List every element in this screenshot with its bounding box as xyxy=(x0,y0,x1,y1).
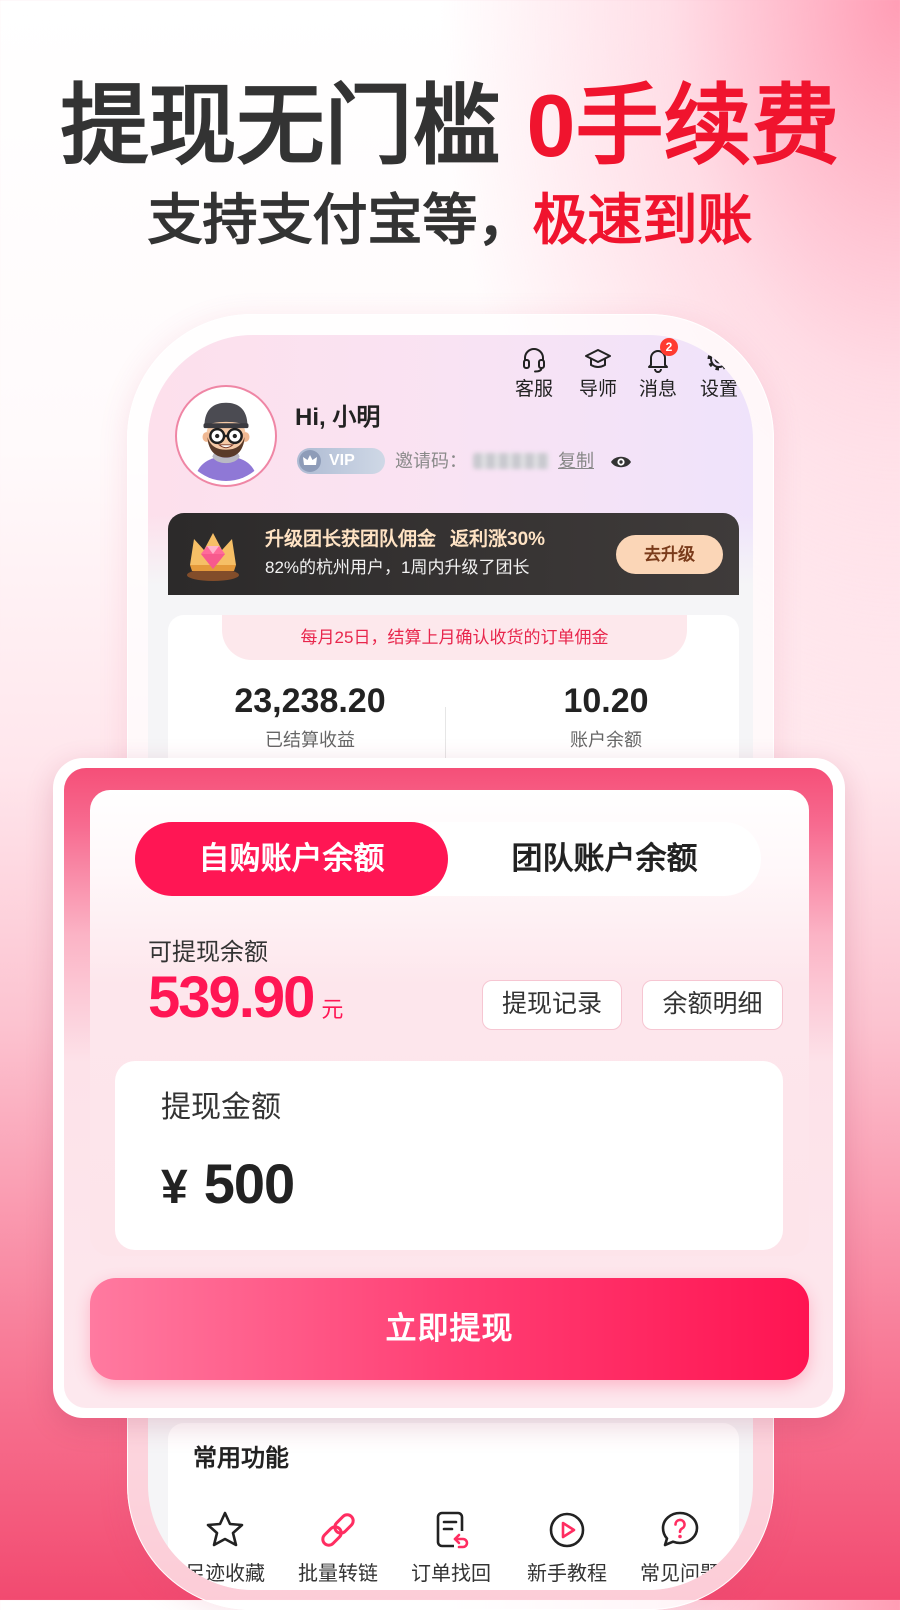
avatar-illustration xyxy=(181,391,271,481)
play-icon xyxy=(549,1512,585,1548)
nav-customer-service[interactable]: 客服 xyxy=(502,345,566,409)
nav-label: 设置 xyxy=(699,379,738,400)
settled-earnings-value[interactable]: 23,238.20 xyxy=(180,681,440,721)
function-beginner-tutorial[interactable]: 新手教程 xyxy=(517,1508,617,1588)
function-footprint-favorites[interactable]: 足迹收藏 xyxy=(175,1508,275,1588)
promo-title-highlight: 返利涨30% xyxy=(450,529,546,550)
function-label: 批量转链 xyxy=(298,1563,378,1585)
subheadline-main: 支持支付宝等， xyxy=(147,189,533,251)
withdraw-records-button[interactable]: 提现记录 xyxy=(482,980,622,1030)
order-return-icon xyxy=(436,1511,469,1549)
withdraw-amount-value: 500 xyxy=(203,1152,295,1215)
tab-self-purchase-balance[interactable]: 自购账户余额 xyxy=(135,822,448,896)
promo-title: 升级团长获团队佣金 返利涨30% xyxy=(265,528,545,552)
user-greeting: Hi, 小明 xyxy=(295,404,381,431)
balance-tabs: 自购账户余额 团队账户余额 xyxy=(135,822,761,896)
available-balance: 539.90 元 xyxy=(148,966,343,1030)
copy-invite-code-link[interactable]: 复制 xyxy=(558,449,594,473)
withdraw-amount-input[interactable]: ¥ 500 xyxy=(161,1152,295,1217)
currency-unit: 元 xyxy=(321,997,344,1022)
nav-mentor[interactable]: 导师 xyxy=(566,345,630,409)
vip-badge[interactable]: VIP xyxy=(297,448,385,474)
subheadline-highlight: 极速到账 xyxy=(532,189,753,251)
headline-highlight: 0手续费 xyxy=(526,76,840,175)
function-label: 新手教程 xyxy=(527,1563,607,1585)
nav-settings[interactable]: 设置 xyxy=(687,345,751,409)
invite-code-label: 邀请码： xyxy=(395,451,467,471)
account-balance-value[interactable]: 10.20 xyxy=(476,681,736,721)
upgrade-promo-banner[interactable]: 升级团长获团队佣金 返利涨30% 82%的杭州用户，1周内升级了团长 去升级 xyxy=(168,513,739,595)
function-order-retrieve[interactable]: 订单找回 xyxy=(401,1508,501,1588)
withdraw-now-button[interactable]: 立即提现 xyxy=(90,1278,809,1380)
common-functions-title: 常用功能 xyxy=(193,1445,289,1472)
account-balance-label: 账户余额 xyxy=(570,730,642,750)
headset-icon xyxy=(523,348,545,373)
settlement-notice: 每月25日，结算上月确认收货的订单佣金 xyxy=(222,615,687,660)
promo-title-main: 升级团长获团队佣金 xyxy=(265,529,437,550)
available-balance-value: 539.90 xyxy=(148,965,315,1030)
crown-icon xyxy=(299,450,321,472)
function-batch-link-convert[interactable]: 批量转链 xyxy=(288,1508,388,1588)
balance-details-button[interactable]: 余额明细 xyxy=(642,980,783,1030)
headline-main: 提现无门槛 xyxy=(60,76,501,175)
withdraw-amount-label: 提现金额 xyxy=(161,1091,281,1124)
function-label: 常见问题 xyxy=(640,1563,720,1585)
avatar[interactable] xyxy=(175,385,277,487)
link-icon xyxy=(321,1513,355,1547)
question-icon xyxy=(661,1511,699,1547)
gear-icon xyxy=(707,347,731,371)
withdraw-amount-field[interactable]: 提现金额 ¥ 500 xyxy=(115,1061,783,1250)
promo-subtitle: 82%的杭州用户，1周内升级了团长 xyxy=(265,558,530,577)
eye-icon[interactable] xyxy=(610,451,632,473)
tab-team-balance[interactable]: 团队账户余额 xyxy=(448,822,761,896)
settled-earnings-label: 已结算收益 xyxy=(265,730,355,750)
function-label: 订单找回 xyxy=(411,1563,491,1585)
upgrade-button[interactable]: 去升级 xyxy=(616,535,723,574)
subheadline: 支持支付宝等，极速到账 xyxy=(0,190,900,250)
withdraw-card: 自购账户余额 团队账户余额 可提现余额 539.90 元 提现记录 余额明细 提… xyxy=(53,758,845,1418)
gem-crown-icon xyxy=(180,521,246,587)
nav-label: 消息 xyxy=(638,379,677,400)
available-balance-label: 可提现余额 xyxy=(148,939,268,966)
function-label: 足迹收藏 xyxy=(185,1563,265,1585)
nav-label: 导师 xyxy=(578,379,617,400)
currency-symbol: ¥ xyxy=(161,1161,188,1214)
headline: 提现无门槛 0手续费 xyxy=(0,80,900,172)
nav-messages[interactable]: 2 消息 xyxy=(626,338,690,409)
function-faq[interactable]: 常见问题 xyxy=(630,1508,730,1588)
message-count-badge: 2 xyxy=(660,338,678,356)
invite-code-masked xyxy=(473,453,549,469)
common-functions-card: 常用功能 足迹收藏 批量转链 订单找回 新手教程 常见问题 xyxy=(168,1423,739,1590)
vip-label: VIP xyxy=(329,452,355,469)
graduation-cap-icon xyxy=(585,349,611,368)
earnings-divider xyxy=(445,707,446,765)
nav-label: 客服 xyxy=(514,379,553,400)
star-icon xyxy=(206,1511,244,1547)
